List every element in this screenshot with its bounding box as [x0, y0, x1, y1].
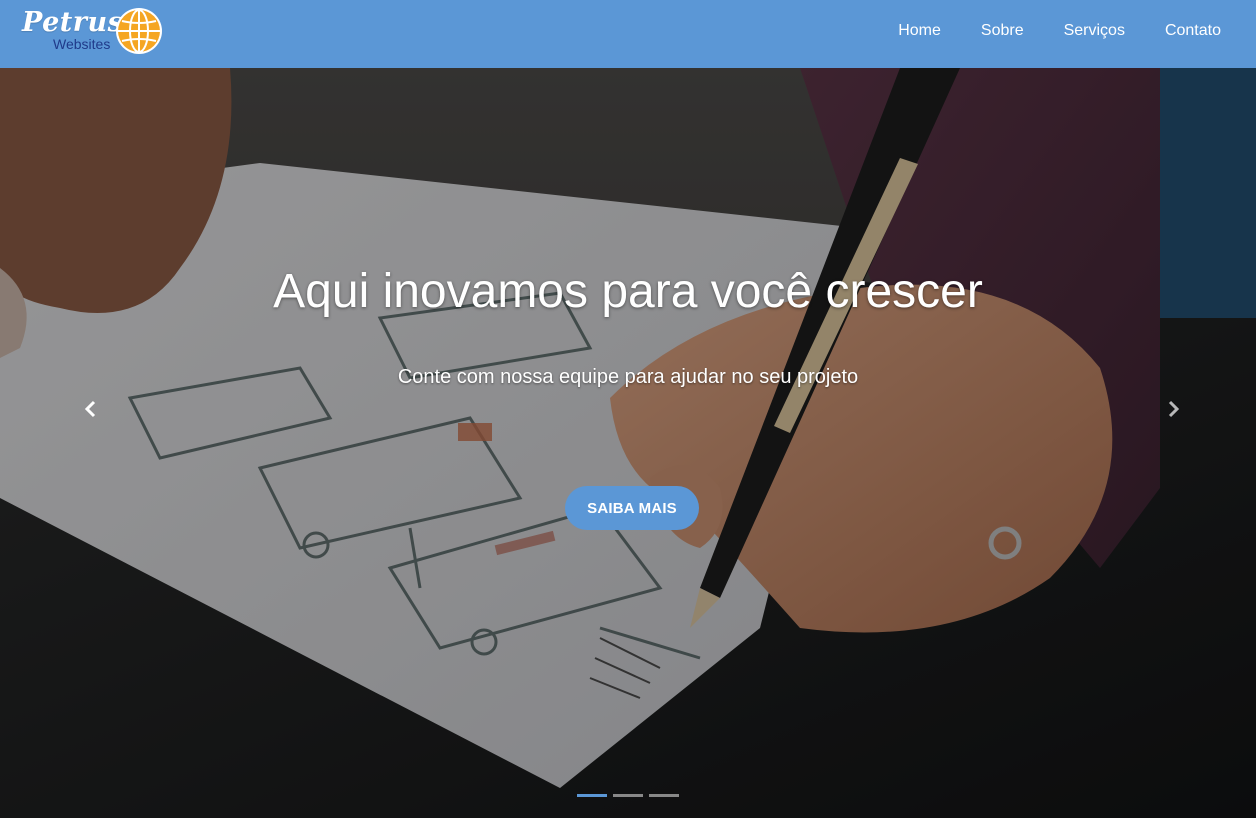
hero-subtitle: Conte com nossa equipe para ajudar no se… — [397, 366, 859, 388]
hero-carousel: Aqui inovamos para você crescer Conte co… — [0, 68, 1256, 818]
nav-contato[interactable]: Contato — [1145, 22, 1221, 40]
carousel-next-button[interactable] — [1158, 394, 1188, 424]
carousel-indicator-1[interactable] — [577, 794, 607, 797]
navbar: Petrus Websites Home Sobre Serviços Cont… — [0, 0, 1256, 68]
main-nav: Home Sobre Serviços Contato — [878, 0, 1221, 62]
nav-servicos[interactable]: Serviços — [1044, 22, 1145, 40]
carousel-indicator-2[interactable] — [613, 794, 643, 797]
carousel-indicators — [0, 794, 1256, 797]
hero-title: Aqui inovamos para você crescer — [273, 265, 983, 318]
brand-logo[interactable]: Petrus Websites — [22, 6, 167, 62]
nav-home[interactable]: Home — [878, 22, 961, 40]
carousel-indicator-3[interactable] — [649, 794, 679, 797]
saiba-mais-button[interactable]: SAIBA MAIS — [565, 486, 699, 530]
chevron-left-icon — [84, 400, 96, 418]
nav-sobre[interactable]: Sobre — [961, 22, 1044, 40]
brand-name: Petrus — [22, 7, 124, 38]
carousel-prev-button[interactable] — [76, 394, 106, 424]
globe-icon — [116, 8, 162, 54]
hero-overlay — [0, 68, 1256, 818]
brand-subtitle: Websites — [53, 36, 111, 52]
chevron-right-icon — [1168, 400, 1180, 418]
